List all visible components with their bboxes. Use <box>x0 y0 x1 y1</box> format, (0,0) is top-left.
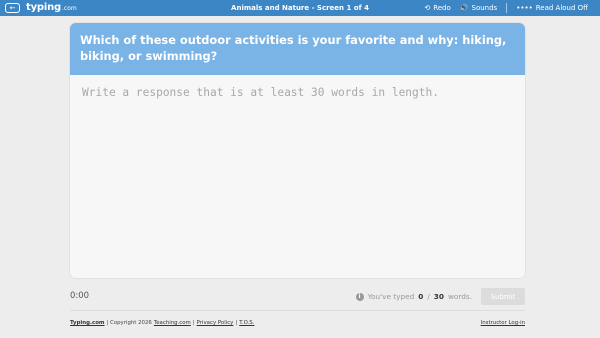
dots-icon: •••• <box>516 4 533 12</box>
back-button[interactable]: ← <box>5 3 20 13</box>
typed-separator: / <box>427 292 430 301</box>
info-icon: i <box>355 292 364 301</box>
prompt-text: Which of these outdoor activities is you… <box>80 33 507 63</box>
footer-divider <box>70 310 525 311</box>
timer: 0:00 <box>70 291 90 301</box>
word-counter: i You've typed 0 / 30 words. <box>355 292 472 301</box>
privacy-policy-link[interactable]: Privacy Policy <box>197 320 234 326</box>
typed-target: 30 <box>433 292 444 301</box>
redo-icon: ⟲ <box>424 4 431 12</box>
logo-main-text: typing <box>26 2 61 13</box>
typed-suffix: words. <box>447 292 472 301</box>
typing-com-link[interactable]: Typing.com <box>70 320 105 326</box>
footer-right: Instructor Log-in <box>481 320 525 326</box>
redo-label: Redo <box>433 4 451 12</box>
instructor-login-link[interactable]: Instructor Log-in <box>481 320 525 326</box>
controls-divider <box>506 3 508 13</box>
arrow-left-icon: ← <box>9 3 16 12</box>
typing-logo[interactable]: typing .com <box>26 2 77 13</box>
screen-title: Animals and Nature - Screen 1 of 4 <box>231 4 369 12</box>
prompt-header: Which of these outdoor activities is you… <box>70 23 525 75</box>
read-aloud-button[interactable]: •••• Read Aloud Off <box>516 4 588 12</box>
sounds-button[interactable]: 🔊 Sounds <box>460 4 497 12</box>
logo-sub-text: .com <box>61 5 77 12</box>
read-aloud-label: Read Aloud Off <box>535 4 588 12</box>
typed-count: 0 <box>418 292 424 301</box>
submit-button[interactable]: Submit <box>481 288 525 305</box>
speaker-icon: 🔊 <box>459 4 469 12</box>
sounds-label: Sounds <box>471 4 498 12</box>
redo-button[interactable]: ⟲ Redo <box>424 4 450 12</box>
teaching-com-link[interactable]: Teaching.com <box>154 320 191 326</box>
footer-links: Typing.com | Copyright 2026 Teaching.com… <box>70 320 254 326</box>
topbar-controls: ⟲ Redo 🔊 Sounds •••• Read Aloud Off <box>424 3 588 13</box>
footer-separator: | <box>235 320 238 326</box>
typed-prefix: You've typed <box>367 292 415 301</box>
footer-separator: | <box>192 320 195 326</box>
question-card: Which of these outdoor activities is you… <box>70 23 525 278</box>
top-bar: ← typing .com Animals and Nature - Scree… <box>0 0 600 16</box>
tos-link[interactable]: T.O.S. <box>239 320 254 326</box>
response-textarea[interactable] <box>70 75 525 278</box>
copyright-text: | Copyright 2026 <box>106 320 152 326</box>
